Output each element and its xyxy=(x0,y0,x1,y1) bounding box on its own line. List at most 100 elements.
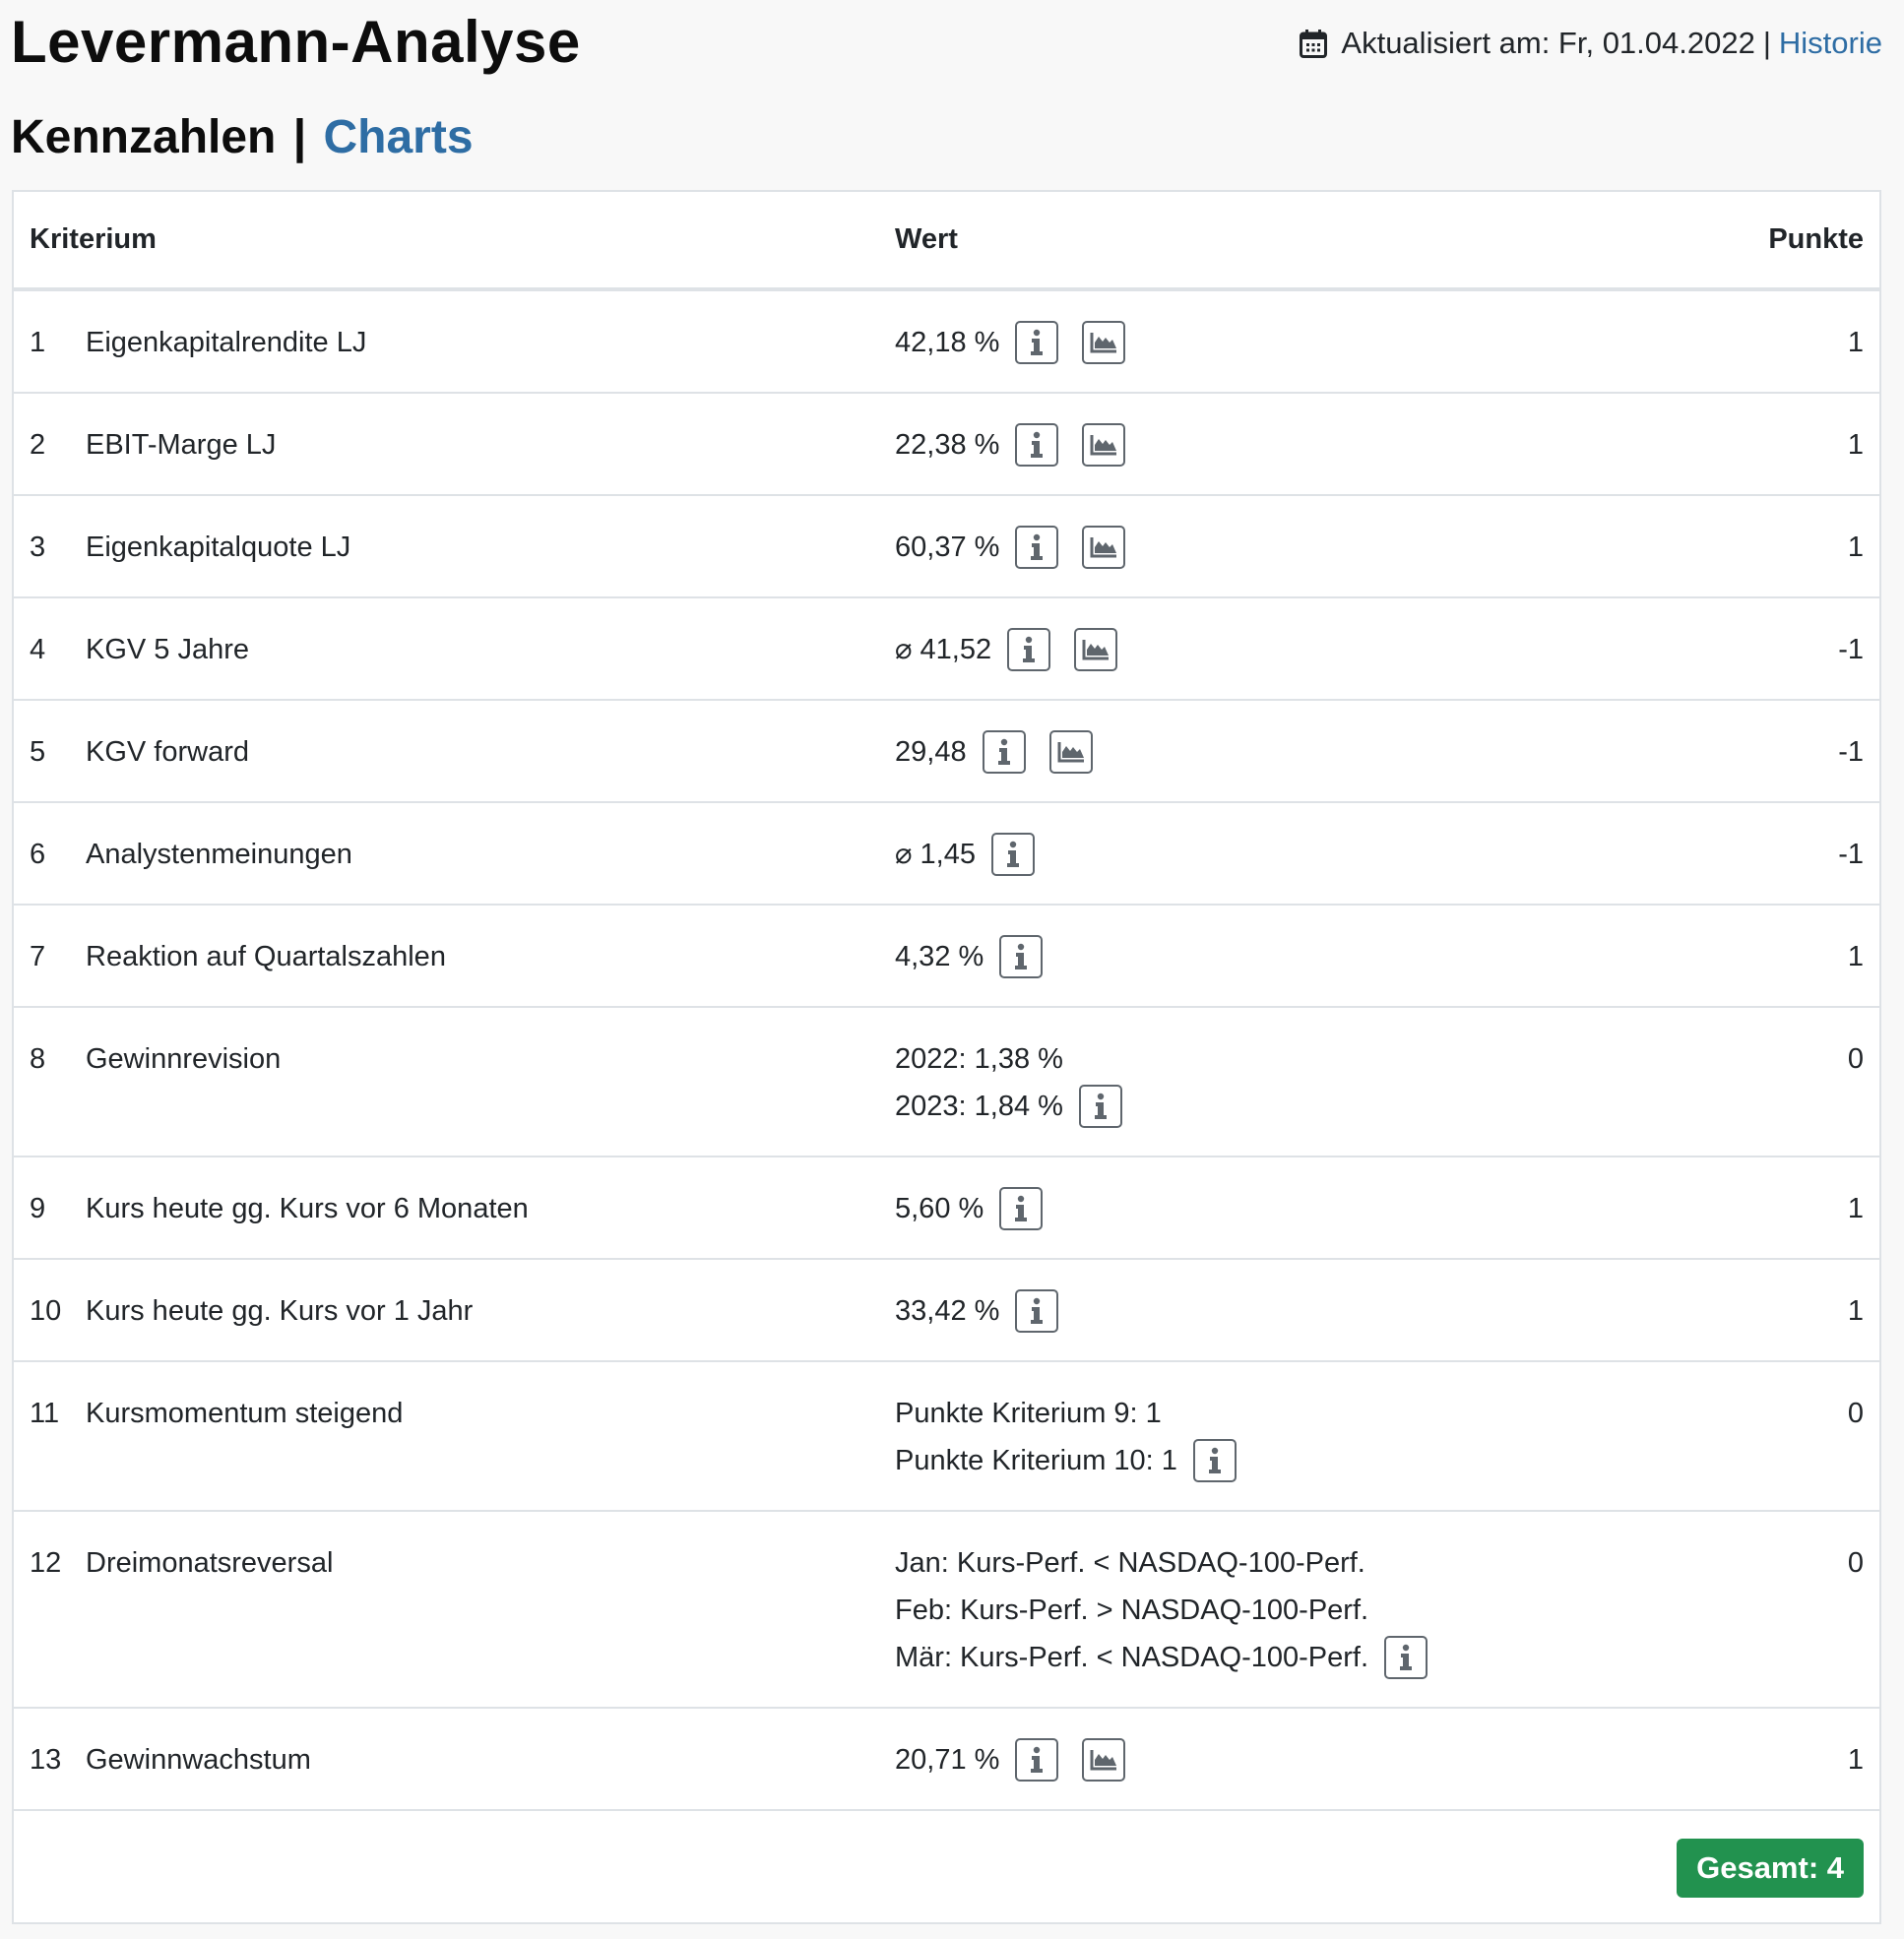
criterion-points: 1 xyxy=(1847,941,1864,972)
criterion-points: -1 xyxy=(1838,634,1864,665)
info-icon xyxy=(1031,1297,1044,1324)
value-text: Punkte Kriterium 9: 1 xyxy=(895,1398,1162,1429)
table-header-row: Kriterium Wert Punkte xyxy=(14,192,1879,291)
area-chart-icon xyxy=(1090,333,1117,353)
section-tabs: Kennzahlen | Charts xyxy=(11,110,474,164)
criterion-number: 3 xyxy=(30,532,46,563)
updated-date: Aktualisiert am: Fr, 01.04.2022 xyxy=(1341,26,1755,60)
table-row-13: 13 Gewinnwachstum 20,71 % 1 xyxy=(14,1708,1879,1811)
history-link[interactable]: Historie xyxy=(1779,26,1882,61)
info-button[interactable] xyxy=(1015,526,1059,569)
value-text: 20,71 % xyxy=(895,1744,1000,1776)
table-row-12: 12 Dreimonatsreversal Jan: Kurs-Perf. < … xyxy=(14,1511,1879,1709)
table-row-7: 7 Reaktion auf Quartalszahlen 4,32 % 1 xyxy=(14,905,1879,1008)
info-button[interactable] xyxy=(1015,321,1059,364)
info-button[interactable] xyxy=(1078,1085,1122,1128)
area-chart-icon xyxy=(1082,640,1110,660)
table-row-5: 5 KGV forward 29,48 -1 xyxy=(14,700,1879,803)
info-button[interactable] xyxy=(1007,628,1051,671)
criterion-value: ⌀ 1,45 xyxy=(895,803,1714,878)
chart-button[interactable] xyxy=(1082,321,1126,364)
value-line: Feb: Kurs-Perf. > NASDAQ-100-Perf. xyxy=(895,1587,1714,1634)
info-icon xyxy=(1031,431,1044,458)
value-text: 42,18 % xyxy=(895,327,1000,358)
criterion-points: 1 xyxy=(1847,1744,1864,1776)
tab-charts-link[interactable]: Charts xyxy=(324,111,474,163)
value-text: 5,60 % xyxy=(895,1193,984,1224)
criterion-label: KGV forward xyxy=(86,736,249,768)
info-icon xyxy=(1400,1644,1413,1670)
criterion-label: Reaktion auf Quartalszahlen xyxy=(86,941,446,972)
table-row-9: 9 Kurs heute gg. Kurs vor 6 Monaten 5,60… xyxy=(14,1157,1879,1260)
value-text: 29,48 xyxy=(895,736,967,768)
info-button[interactable] xyxy=(1015,423,1059,467)
criterion-label: KGV 5 Jahre xyxy=(86,634,250,665)
criterion-value: 2022: 1,38 % 2023: 1,84 % xyxy=(895,1008,1714,1130)
chart-button[interactable] xyxy=(1048,730,1093,774)
value-line: 2023: 1,84 % xyxy=(895,1083,1714,1130)
value-line: 33,42 % xyxy=(895,1287,1714,1335)
chart-button[interactable] xyxy=(1082,1738,1126,1782)
criterion-value: 20,71 % xyxy=(895,1709,1714,1783)
table-footer-row: Gesamt: 4 xyxy=(14,1810,1879,1925)
info-button[interactable] xyxy=(999,1187,1044,1230)
chart-button[interactable] xyxy=(1074,628,1118,671)
criterion-points: 0 xyxy=(1847,1547,1864,1579)
info-button[interactable] xyxy=(999,935,1044,978)
criterion-label: Analystenmeinungen xyxy=(86,839,352,870)
info-button[interactable] xyxy=(1015,1738,1059,1782)
criterion-value: 33,42 % xyxy=(895,1260,1714,1335)
criterion-number: 8 xyxy=(30,1043,46,1075)
criterion-number: 2 xyxy=(30,429,46,461)
info-button[interactable] xyxy=(1384,1636,1428,1679)
value-line: 60,37 % xyxy=(895,524,1714,571)
levermann-table: Kriterium Wert Punkte 1 Eigenkapitalrend… xyxy=(12,190,1881,1924)
criterion-number: 4 xyxy=(30,634,46,665)
value-line: Punkte Kriterium 10: 1 xyxy=(895,1437,1714,1484)
value-line: 4,32 % xyxy=(895,933,1714,980)
value-text: ⌀ 41,52 xyxy=(895,634,992,665)
info-icon xyxy=(1015,1195,1028,1221)
info-icon xyxy=(1031,1746,1044,1773)
value-line: 5,60 % xyxy=(895,1185,1714,1232)
info-button[interactable] xyxy=(990,833,1035,876)
value-line: 2022: 1,38 % xyxy=(895,1035,1714,1083)
update-info: Aktualisiert am: Fr, 01.04.2022 | Histor… xyxy=(1300,26,1882,61)
criterion-label: Kurs heute gg. Kurs vor 1 Jahr xyxy=(86,1295,474,1327)
table-row-2: 2 EBIT-Marge LJ 22,38 % 1 xyxy=(14,393,1879,496)
value-text: Punkte Kriterium 10: 1 xyxy=(895,1445,1177,1476)
area-chart-icon xyxy=(1090,537,1117,558)
info-icon xyxy=(1006,841,1019,867)
criterion-points: 1 xyxy=(1847,1295,1864,1327)
criterion-points: 1 xyxy=(1847,532,1864,563)
value-line: 42,18 % xyxy=(895,319,1714,366)
table-row-10: 10 Kurs heute gg. Kurs vor 1 Jahr 33,42 … xyxy=(14,1259,1879,1362)
criterion-number: 11 xyxy=(30,1398,60,1429)
value-text: Jan: Kurs-Perf. < NASDAQ-100-Perf. xyxy=(895,1547,1365,1579)
criterion-label: Kursmomentum steigend xyxy=(86,1398,404,1429)
criterion-value: 22,38 % xyxy=(895,394,1714,469)
info-icon xyxy=(1023,636,1036,662)
criterion-value: 5,60 % xyxy=(895,1157,1714,1232)
criterion-number: 6 xyxy=(30,839,46,870)
criterion-number: 1 xyxy=(30,327,46,358)
criterion-number: 13 xyxy=(30,1744,62,1776)
chart-button[interactable] xyxy=(1082,423,1126,467)
value-text: 60,37 % xyxy=(895,532,1000,563)
info-icon xyxy=(1031,533,1044,560)
info-button[interactable] xyxy=(1015,1289,1059,1333)
criterion-label: Dreimonatsreversal xyxy=(86,1547,334,1579)
criterion-number: 7 xyxy=(30,941,46,972)
info-button[interactable] xyxy=(982,730,1026,774)
info-icon xyxy=(1015,943,1028,970)
criterion-number: 10 xyxy=(30,1295,62,1327)
info-button[interactable] xyxy=(1192,1439,1237,1482)
separator: | xyxy=(1762,26,1771,60)
value-line: ⌀ 1,45 xyxy=(895,831,1714,878)
value-line: 22,38 % xyxy=(895,421,1714,469)
chart-button[interactable] xyxy=(1082,526,1126,569)
area-chart-icon xyxy=(1090,1750,1117,1771)
value-text: Feb: Kurs-Perf. > NASDAQ-100-Perf. xyxy=(895,1595,1369,1626)
criterion-value: 29,48 xyxy=(895,701,1714,776)
info-icon xyxy=(997,738,1010,765)
